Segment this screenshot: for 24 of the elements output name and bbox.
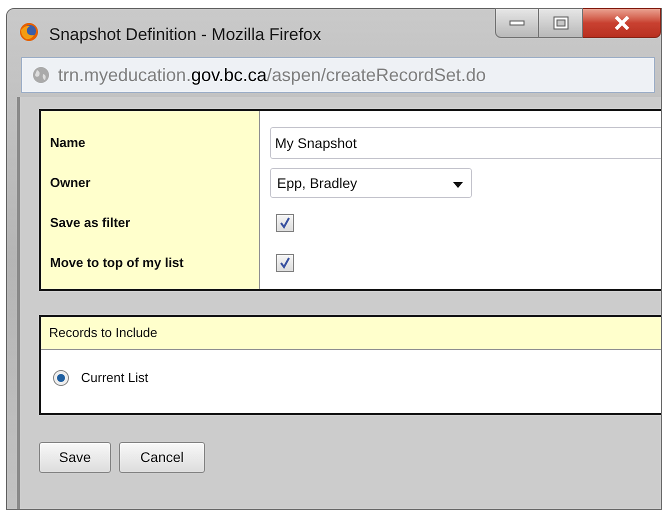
field-label: Owner — [50, 174, 90, 192]
minimize-icon — [509, 20, 525, 26]
window-title: Snapshot Definition - Mozilla Firefox — [49, 24, 322, 46]
url-text: trn.myeducation.gov.bc.ca/aspen/createRecordSet.do — [58, 64, 486, 87]
radio-button[interactable] — [53, 370, 69, 386]
save-button[interactable]: Save — [39, 442, 111, 473]
field-label: Save as filter — [50, 214, 130, 232]
field-label: Move to top of my list — [50, 254, 184, 272]
radio-label: Current List — [81, 369, 148, 387]
field-label: Name — [50, 134, 86, 152]
name-field[interactable]: My Snapshot — [270, 127, 661, 159]
maximize-button[interactable] — [539, 8, 583, 38]
checkbox[interactable] — [276, 254, 294, 272]
close-button[interactable] — [583, 8, 661, 38]
caret-icon — [453, 182, 463, 188]
section-header: Records to Include — [41, 317, 661, 350]
owner-dropdown[interactable]: Epp, Bradley — [270, 168, 472, 198]
globe-icon — [32, 66, 50, 84]
minimize-button[interactable] — [495, 8, 539, 38]
checkbox[interactable] — [276, 214, 294, 232]
address-bar[interactable]: trn.myeducation.gov.bc.ca/aspen/createRecordSet.do — [21, 57, 655, 93]
close-icon — [614, 16, 630, 30]
cancel-button[interactable]: Cancel — [119, 442, 205, 473]
maximize-icon — [552, 16, 568, 30]
